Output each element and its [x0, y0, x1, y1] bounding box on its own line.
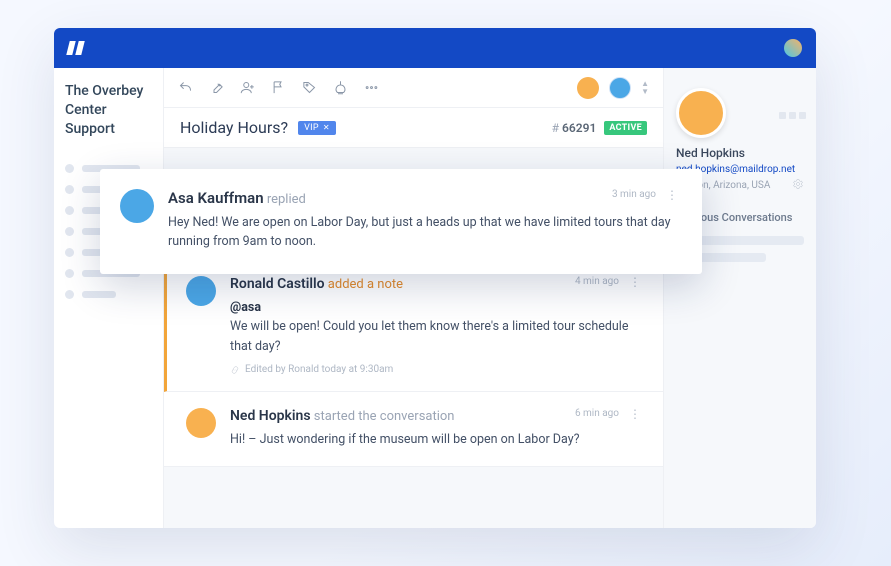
prev-next-nav[interactable]: ▲▼ [641, 80, 649, 95]
assign-icon[interactable] [240, 80, 255, 95]
close-icon[interactable]: ✕ [323, 123, 330, 132]
message-text: Hey Ned! We are open on Labor Day, but j… [168, 213, 678, 252]
note-message: Ronald Castillo added a note 4 min ago ⋮… [164, 260, 663, 392]
author-name: Ned Hopkins [230, 408, 311, 424]
snooze-icon[interactable] [333, 80, 348, 95]
participant-avatar[interactable] [577, 77, 599, 99]
timestamp: 6 min ago [575, 408, 619, 419]
author-name: Asa Kauffman [168, 189, 264, 207]
customer-message: Ned Hopkins started the conversation 6 m… [164, 392, 663, 466]
timestamp: 3 min ago [612, 189, 656, 200]
message-menu-icon[interactable]: ⋮ [629, 411, 641, 417]
author-avatar[interactable] [186, 276, 216, 306]
message-action: started the conversation [314, 409, 455, 424]
message-text: Hi! – Just wondering if the museum will … [230, 430, 641, 449]
toolbar: ▲▼ [164, 68, 663, 108]
tag-icon[interactable] [302, 80, 317, 95]
note-icon[interactable] [209, 80, 224, 95]
current-user-avatar[interactable] [784, 39, 802, 57]
conversation-column: ▲▼ Holiday Hours? VIP✕ # 66291 ACTIVE [164, 68, 664, 528]
participant-avatar[interactable] [609, 77, 631, 99]
author-avatar[interactable] [120, 189, 154, 223]
message-menu-icon[interactable]: ⋮ [666, 192, 678, 198]
sidebar: The Overbey Center Support [54, 68, 164, 528]
message-menu-icon[interactable]: ⋮ [629, 279, 641, 285]
message-action: added a note [328, 277, 403, 292]
settings-icon[interactable] [792, 178, 804, 194]
mailbox-title: The Overbey Center Support [65, 82, 152, 139]
topbar [54, 28, 816, 68]
mention[interactable]: @asa [230, 300, 261, 315]
status-badge: ACTIVE [604, 121, 647, 135]
customer-details-panel: Ned Hopkins ned.hopkins@maildrop.net Tuc… [664, 68, 816, 528]
message-action: replied [267, 192, 306, 207]
reply-icon[interactable] [178, 80, 193, 95]
subject-title: Holiday Hours? [180, 118, 288, 137]
message-text: @asa We will be open! Could you let them… [230, 298, 641, 356]
subject-row: Holiday Hours? VIP✕ # 66291 ACTIVE [164, 108, 663, 148]
flag-icon[interactable] [271, 80, 286, 95]
panel-menu-icon[interactable] [779, 112, 806, 119]
conversation-id: # 66291 [552, 121, 597, 135]
vip-tag[interactable]: VIP✕ [298, 121, 336, 135]
customer-name: Ned Hopkins [676, 146, 804, 160]
more-icon[interactable] [364, 80, 379, 95]
edited-label: Edited by Ronald today at 9:30am [230, 364, 641, 375]
folder-item[interactable] [65, 290, 152, 299]
author-avatar[interactable] [186, 408, 216, 438]
author-name: Ronald Castillo [230, 276, 325, 292]
timestamp: 4 min ago [575, 276, 619, 287]
app-window: The Overbey Center Support [54, 28, 816, 528]
app-logo[interactable] [68, 41, 83, 55]
customer-avatar[interactable] [676, 88, 726, 138]
latest-reply-card: Asa Kauffman replied 3 min ago ⋮ Hey Ned… [100, 169, 702, 274]
